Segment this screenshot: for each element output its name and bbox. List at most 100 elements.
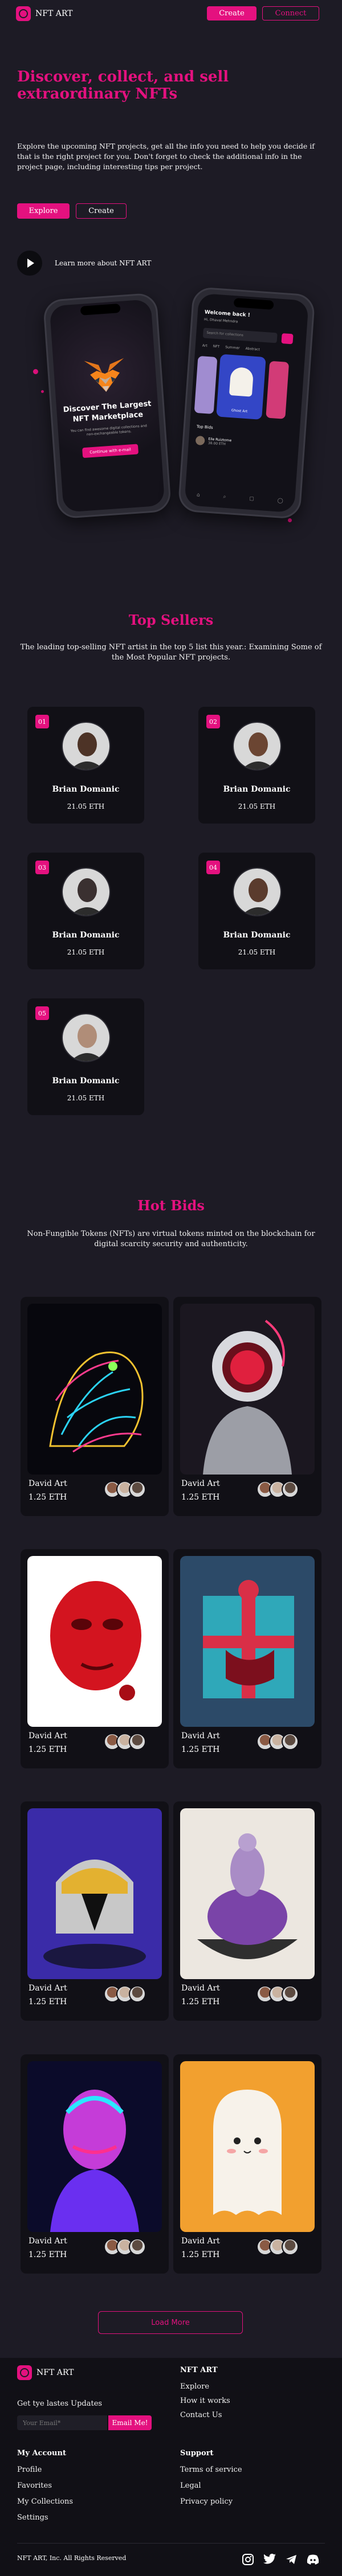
artwork-image[interactable] [27, 2061, 162, 2232]
footer-link-favorites[interactable]: Favorites [17, 2481, 52, 2490]
explore-button[interactable]: Explore [17, 203, 70, 219]
phone-mockup-left: Discover The Largest NFT Marketplace You… [42, 292, 172, 519]
seller-value: 21.05 ETH [67, 802, 105, 810]
seller-card[interactable]: 03 Brian Domanic 21.05 ETH [27, 853, 144, 969]
top-sellers-title: Top Sellers [128, 612, 214, 628]
footer-link-profile[interactable]: Profile [17, 2466, 42, 2474]
bid-price: 1.25 ETH [28, 1997, 67, 2006]
artwork-image[interactable] [27, 1808, 162, 1979]
bidder-avatars [104, 1481, 146, 1498]
avatar [62, 722, 111, 771]
seller-name: Brian Domanic [223, 931, 291, 940]
brand-name: NFT ART [35, 9, 73, 18]
seller-card[interactable]: 01 Brian Domanic 21.05 ETH [27, 707, 144, 824]
avatar [129, 1733, 146, 1750]
play-icon[interactable] [17, 251, 42, 276]
avatar [282, 1733, 299, 1750]
hero-create-button[interactable]: Create [76, 203, 127, 219]
phone-bottom-nav: ⌂ ⌕ ▢ ◯ [185, 492, 295, 505]
twitter-icon[interactable] [262, 2552, 277, 2567]
footer-link-settings[interactable]: Settings [17, 2513, 48, 2522]
artwork-image[interactable] [27, 1304, 162, 1475]
artwork-image[interactable] [180, 1304, 315, 1475]
bid-card[interactable]: David Art 1.25 ETH [173, 2054, 321, 2274]
phone-card-right [266, 361, 290, 419]
phone-right-user: Hi, Dhaval Mehndra [203, 317, 238, 324]
artwork-image[interactable] [180, 2061, 315, 2232]
bid-card[interactable]: David Art 1.25 ETH [173, 1801, 321, 2021]
bag-icon: ▢ [249, 495, 255, 502]
footer-link-terms[interactable]: Terms of service [180, 2466, 242, 2474]
email-me-button[interactable]: Email Me! [108, 2415, 152, 2430]
bid-price: 1.25 ETH [28, 1745, 67, 1754]
footer-brand[interactable]: NFT ART [17, 2365, 74, 2380]
bid-card[interactable]: David Art 1.25 ETH [21, 1801, 169, 2021]
video-link[interactable]: Learn more about NFT ART [17, 251, 151, 276]
logo-icon [17, 2365, 32, 2380]
bidder-avatars [104, 1985, 146, 2002]
phone-right-section: Top Bids [196, 424, 213, 430]
footer-account-heading: My Account [17, 2449, 66, 2458]
hero-title: Discover, collect, and sell extraordinar… [17, 68, 229, 103]
bid-price: 1.25 ETH [181, 1745, 220, 1754]
load-more-button[interactable]: Load More [98, 2311, 243, 2334]
avatar [195, 435, 205, 446]
brand-logo[interactable]: NFT ART [16, 6, 73, 21]
seller-rank: 05 [35, 1006, 49, 1020]
create-button[interactable]: Create [207, 6, 256, 21]
bid-card[interactable]: David Art 1.25 ETH [21, 1549, 169, 1768]
telegram-icon[interactable] [284, 2552, 299, 2567]
seller-card[interactable]: 05 Brian Domanic 21.05 ETH [27, 998, 144, 1115]
discord-icon[interactable] [306, 2552, 320, 2567]
footer-link-explore[interactable]: Explore [180, 2382, 209, 2391]
seller-card[interactable]: 04 Brian Domanic 21.05 ETH [198, 853, 315, 969]
artist-name: David Art [28, 2237, 67, 2246]
phone-right-greeting: Welcome back ! [204, 309, 251, 319]
phone-left-text: You can find awesome digital collections… [70, 424, 148, 437]
footer-link-legal[interactable]: Legal [180, 2481, 201, 2490]
bid-price: 1.25 ETH [181, 1493, 220, 1502]
artwork-image[interactable] [27, 1556, 162, 1727]
phone-mockup-right: Welcome back ! Hi, Dhaval Mehndra Search… [177, 286, 316, 520]
artist-name: David Art [28, 1984, 67, 1993]
artwork-image[interactable] [180, 1808, 315, 1979]
hot-bids-title: Hot Bids [137, 1197, 205, 1214]
ghost-icon [229, 366, 254, 397]
bidder-avatars [256, 1481, 299, 1498]
bid-card[interactable]: David Art 1.25 ETH [173, 1297, 321, 1516]
artist-name: David Art [181, 1479, 220, 1488]
seller-rank: 04 [206, 861, 220, 874]
seller-value: 21.05 ETH [238, 802, 276, 810]
footer-nft-heading: NFT ART [180, 2366, 218, 2374]
email-field[interactable] [17, 2415, 107, 2430]
avatar [129, 2238, 146, 2255]
avatar [233, 722, 282, 771]
bid-card[interactable]: David Art 1.25 ETH [21, 2054, 169, 2274]
seller-rank: 02 [206, 715, 220, 728]
logo-icon [16, 6, 31, 21]
avatar [62, 1013, 111, 1062]
artist-name: David Art [28, 1479, 67, 1488]
bidder-avatars [256, 1985, 299, 2002]
footer-link-collections[interactable]: My Collections [17, 2497, 73, 2506]
phone-left-title: Discover The Largest NFT Marketplace [63, 399, 152, 424]
seller-name: Brian Domanic [52, 931, 120, 940]
artist-name: David Art [181, 1984, 220, 1993]
instagram-icon[interactable] [241, 2552, 255, 2567]
seller-card[interactable]: 02 Brian Domanic 21.05 ETH [198, 707, 315, 824]
footer-link-contact[interactable]: Contact Us [180, 2411, 222, 2419]
artist-name: David Art [28, 1731, 67, 1740]
bid-card[interactable]: David Art 1.25 ETH [173, 1549, 321, 1768]
connect-button[interactable]: Connect [262, 6, 319, 21]
bid-card[interactable]: David Art 1.25 ETH [21, 1297, 169, 1516]
metamask-fox-icon [84, 358, 124, 392]
bid-price: 1.25 ETH [28, 1493, 67, 1502]
filter-icon [281, 333, 294, 345]
footer-link-privacy[interactable]: Privacy policy [180, 2497, 233, 2506]
artwork-image[interactable] [180, 1556, 315, 1727]
user-icon: ◯ [277, 498, 284, 504]
bid-price: 1.25 ETH [181, 1997, 220, 2006]
footer-link-how-it-works[interactable]: How it works [180, 2397, 230, 2405]
avatar [282, 2238, 299, 2255]
bidder-avatars [256, 1733, 299, 1750]
